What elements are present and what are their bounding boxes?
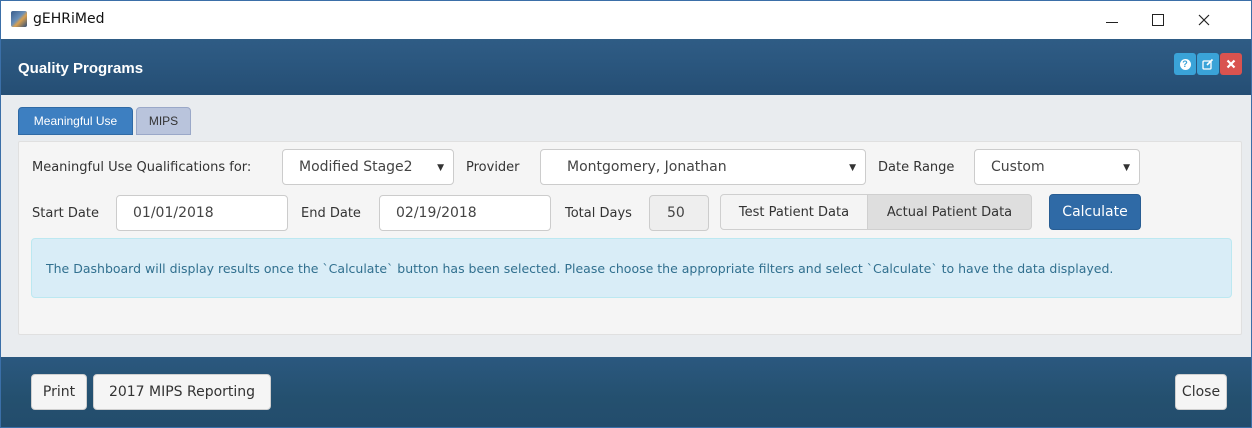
close-icon — [1226, 59, 1236, 69]
test-patient-data-toggle[interactable]: Test Patient Data — [720, 194, 868, 230]
os-title-bar: gEHRiMed — [1, 1, 1251, 39]
qualifications-value: Modified Stage2 — [299, 159, 413, 175]
end-date-label: End Date — [301, 206, 361, 221]
dialog-title: Quality Programs — [18, 60, 144, 77]
total-days-label: Total Days — [565, 206, 632, 221]
chevron-down-icon: ▼ — [849, 163, 856, 173]
app-logo-icon — [11, 11, 27, 27]
help-icon: ? — [1179, 58, 1191, 70]
window-close-button[interactable] — [1181, 1, 1227, 39]
dialog-footer: Print 2017 MIPS Reporting Close — [1, 357, 1251, 427]
qualifications-label: Meaningful Use Qualifications for: — [32, 160, 252, 175]
date-range-select[interactable]: Custom ▼ — [974, 149, 1140, 185]
end-date-value: 02/19/2018 — [396, 205, 477, 221]
window-title: gEHRiMed — [33, 11, 105, 27]
minimize-button[interactable] — [1089, 1, 1135, 39]
application-window: gEHRiMed Quality Programs ? Meaningful U… — [0, 0, 1252, 428]
provider-select[interactable]: Montgomery, Jonathan ▼ — [540, 149, 866, 185]
tab-mips[interactable]: MIPS — [136, 107, 191, 135]
dialog-close-button[interactable] — [1220, 53, 1242, 75]
tab-meaningful-use[interactable]: Meaningful Use — [18, 107, 133, 135]
start-date-input[interactable]: 01/01/2018 — [116, 195, 288, 231]
total-days-field: 50 — [649, 195, 709, 231]
total-days-value: 50 — [667, 205, 685, 221]
info-alert: The Dashboard will display results once … — [31, 238, 1232, 298]
help-button[interactable]: ? — [1174, 53, 1196, 75]
close-button[interactable]: Close — [1175, 374, 1227, 410]
end-date-input[interactable]: 02/19/2018 — [379, 195, 551, 231]
edit-icon — [1202, 58, 1214, 70]
calculate-button[interactable]: Calculate — [1049, 194, 1141, 230]
edit-button[interactable] — [1197, 53, 1219, 75]
print-button[interactable]: Print — [31, 374, 87, 410]
provider-value: Montgomery, Jonathan — [567, 159, 727, 175]
maximize-button[interactable] — [1135, 1, 1181, 39]
start-date-value: 01/01/2018 — [133, 205, 214, 221]
alert-message: The Dashboard will display results once … — [46, 260, 1114, 276]
mips-reporting-button[interactable]: 2017 MIPS Reporting — [93, 374, 271, 410]
chevron-down-icon: ▼ — [1123, 163, 1130, 173]
date-range-label: Date Range — [878, 160, 955, 175]
chevron-down-icon: ▼ — [437, 163, 444, 173]
close-x-icon — [1198, 14, 1210, 26]
start-date-label: Start Date — [32, 206, 99, 221]
qualifications-select[interactable]: Modified Stage2 ▼ — [282, 149, 454, 185]
dialog-header: Quality Programs ? — [1, 39, 1251, 95]
maximize-icon — [1152, 14, 1164, 26]
actual-patient-data-toggle[interactable]: Actual Patient Data — [867, 194, 1032, 230]
minimize-icon — [1106, 21, 1118, 23]
provider-label: Provider — [466, 160, 520, 175]
date-range-value: Custom — [991, 159, 1045, 175]
